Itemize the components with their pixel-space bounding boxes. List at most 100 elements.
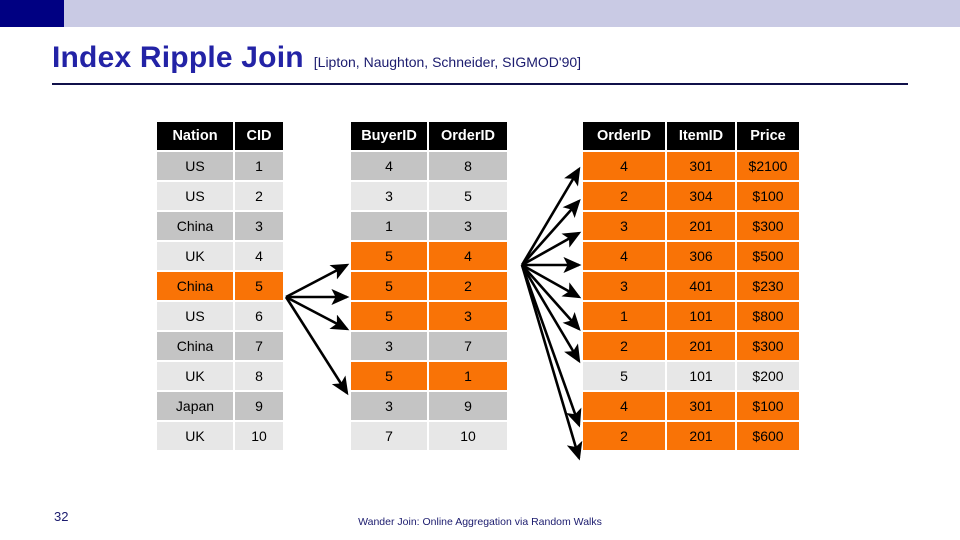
cell-iid: 306	[667, 242, 735, 270]
table-row: 5 101 $200	[583, 362, 799, 390]
cell-oid: 4	[583, 152, 665, 180]
slide: Index Ripple Join [Lipton, Naughton, Sch…	[0, 0, 960, 540]
arrow-orders-to-lineitem-4	[521, 263, 582, 299]
column-header-orderid: OrderID	[429, 122, 507, 150]
column-header-price: Price	[737, 122, 799, 150]
cell-nation: UK	[157, 422, 233, 450]
arrow-orders-to-lineitem-2	[521, 231, 582, 267]
cell-price: $500	[737, 242, 799, 270]
table-row: 54	[351, 242, 507, 270]
arrow-customer-to-orders-2	[285, 295, 350, 331]
cell-nation: US	[157, 302, 233, 330]
cell-buyer: 1	[351, 212, 427, 240]
title-citation: [Lipton, Naughton, Schneider, SIGMOD'90]	[313, 54, 582, 70]
slide-title-row: Index Ripple Join [Lipton, Naughton, Sch…	[52, 41, 581, 75]
table-row: 4 301 $2100	[583, 152, 799, 180]
table-row: 53	[351, 302, 507, 330]
cell-price: $200	[737, 362, 799, 390]
table-row: Japan 9	[157, 392, 283, 420]
cell-oid: 3	[583, 272, 665, 300]
table-row: 52	[351, 272, 507, 300]
cell-oid: 4	[583, 392, 665, 420]
lineitem-table-body: 4 301 $2100 2 304 $100 3 201 $300 4 306 $500 3 401 $23…	[583, 152, 799, 450]
table-row: 4 301 $100	[583, 392, 799, 420]
table-header-row: BuyerID OrderID	[351, 122, 507, 150]
column-header-orderid: OrderID	[583, 122, 665, 150]
table-row: China 3	[157, 212, 283, 240]
cell-cid: 5	[235, 272, 283, 300]
table-row: 1 101 $800	[583, 302, 799, 330]
cell-price: $600	[737, 422, 799, 450]
table-row: 4 306 $500	[583, 242, 799, 270]
table-row: China 7	[157, 332, 283, 360]
table-row: 3 401 $230	[583, 272, 799, 300]
arrow-orders-to-lineitem-1	[521, 199, 581, 266]
cell-cid: 10	[235, 422, 283, 450]
cell-nation: US	[157, 152, 233, 180]
table-row: China 5	[157, 272, 283, 300]
cell-price: $300	[737, 332, 799, 360]
cell-cid: 2	[235, 182, 283, 210]
column-header-buyerid: BuyerID	[351, 122, 427, 150]
cell-nation: Japan	[157, 392, 233, 420]
cell-cid: 8	[235, 362, 283, 390]
table-header-row: Nation CID	[157, 122, 283, 150]
arrow-orders-to-lineitem-0	[520, 166, 581, 266]
table-row: 35	[351, 182, 507, 210]
arrow-customer-to-orders-3	[284, 296, 349, 396]
cell-oid: 2	[583, 422, 665, 450]
arrow-customer-to-orders-0	[285, 263, 350, 299]
table-row: US 1	[157, 152, 283, 180]
cell-buyer: 5	[351, 362, 427, 390]
cell-cid: 6	[235, 302, 283, 330]
cell-buyer: 3	[351, 182, 427, 210]
cell-nation: US	[157, 182, 233, 210]
cell-price: $100	[737, 182, 799, 210]
table-row: 2 201 $300	[583, 332, 799, 360]
cell-buyer: 5	[351, 242, 427, 270]
cell-iid: 201	[667, 422, 735, 450]
cell-oid: 1	[583, 302, 665, 330]
table-row: 13	[351, 212, 507, 240]
cell-price: $230	[737, 272, 799, 300]
cell-order: 10	[429, 422, 507, 450]
cell-order: 8	[429, 152, 507, 180]
arrow-orders-to-lineitem-7	[520, 264, 582, 428]
cell-oid: 3	[583, 212, 665, 240]
customer-table: Nation CID US 1 US 2 China 3 UK 4 China 5 US 6 China…	[155, 120, 285, 452]
table-row: UK 10	[157, 422, 283, 450]
cell-price: $300	[737, 212, 799, 240]
cell-order: 2	[429, 272, 507, 300]
table-header-row: OrderID ItemID Price	[583, 122, 799, 150]
table-row: 2 201 $600	[583, 422, 799, 450]
table-row: 39	[351, 392, 507, 420]
cell-nation: UK	[157, 242, 233, 270]
cell-nation: China	[157, 332, 233, 360]
cell-order: 3	[429, 212, 507, 240]
arrow-orders-to-lineitem-5	[521, 264, 581, 331]
cell-nation: UK	[157, 362, 233, 390]
table-row: 37	[351, 332, 507, 360]
table-row: 2 304 $100	[583, 182, 799, 210]
cell-oid: 2	[583, 332, 665, 360]
cell-buyer: 5	[351, 272, 427, 300]
cell-iid: 401	[667, 272, 735, 300]
cell-order: 5	[429, 182, 507, 210]
cell-iid: 301	[667, 392, 735, 420]
cell-oid: 4	[583, 242, 665, 270]
cell-price: $100	[737, 392, 799, 420]
cell-iid: 201	[667, 212, 735, 240]
orders-table: BuyerID OrderID 4 8 3 5 1 3 5 4 5 2 5 3 3 7 5 1 3 9 7 10	[349, 120, 509, 452]
cell-oid: 2	[583, 182, 665, 210]
table-row: 3 201 $300	[583, 212, 799, 240]
cell-cid: 1	[235, 152, 283, 180]
cell-buyer: 3	[351, 332, 427, 360]
arrow-orders-to-lineitem-8	[520, 264, 583, 461]
cell-oid: 5	[583, 362, 665, 390]
cell-price: $800	[737, 302, 799, 330]
table-row: US 6	[157, 302, 283, 330]
cell-nation: China	[157, 272, 233, 300]
cell-iid: 301	[667, 152, 735, 180]
cell-order: 4	[429, 242, 507, 270]
cell-cid: 9	[235, 392, 283, 420]
